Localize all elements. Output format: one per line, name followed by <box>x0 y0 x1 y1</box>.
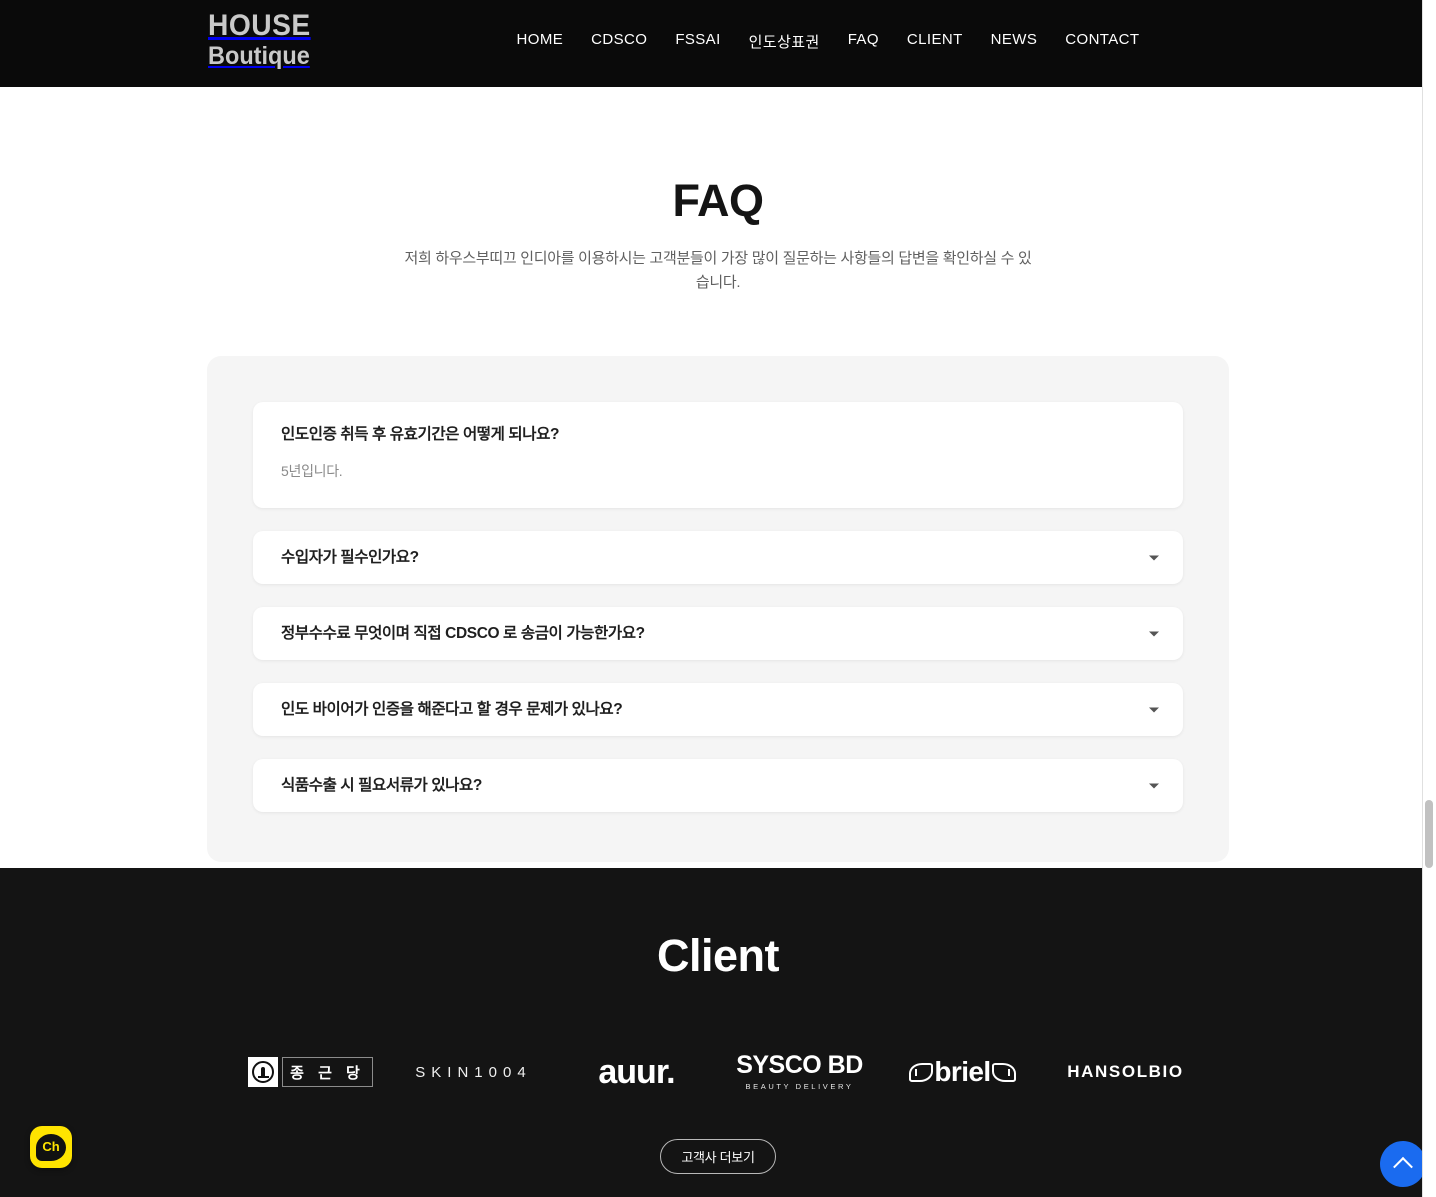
channel-talk-chat-button[interactable]: Ch <box>30 1126 72 1168</box>
chevron-up-icon <box>1393 1156 1413 1177</box>
site-header: HOUSE Boutique HOME CDSCO FSSAI 인도상표권 FA… <box>0 0 1436 87</box>
chevron-down-icon[interactable] <box>1149 707 1159 713</box>
faq-section: FAQ 저희 하우스부띠끄 인디아를 이용하시는 고객분들이 가장 많이 질문하… <box>0 87 1436 868</box>
client-logo-hansolbio[interactable]: HANSOLBIO <box>1044 1044 1207 1100</box>
nav-item-trademark[interactable]: 인도상표권 <box>735 31 834 52</box>
faq-list: 인도인증 취득 후 유효기간은 어떻게 되나요? 5년입니다. 수입자가 필수인… <box>253 401 1183 813</box>
nav-item-fssai[interactable]: FSSAI <box>661 31 734 52</box>
client-logo-label: SKIN1004 <box>415 1063 532 1081</box>
chevron-down-icon[interactable] <box>1149 631 1159 637</box>
nav-item-client[interactable]: CLIENT <box>893 31 977 52</box>
client-section: Client 종 근 당 SKIN1004 auur. SYSCO BD BEA… <box>0 868 1436 1197</box>
client-logo-label: briel <box>934 1056 991 1087</box>
faq-answer: 5년입니다. <box>281 463 343 480</box>
client-logo-skin1004[interactable]: SKIN1004 <box>392 1044 555 1100</box>
client-logo-auur[interactable]: auur. <box>555 1044 718 1100</box>
chongkundang-emblem-icon <box>248 1057 279 1087</box>
faq-question: 수입자가 필수인가요? <box>281 548 419 566</box>
wing-icon <box>991 1062 1016 1082</box>
main-navigation: HOME CDSCO FSSAI 인도상표권 FAQ CLIENT NEWS C… <box>0 31 1436 52</box>
nav-item-contact[interactable]: CONTACT <box>1051 31 1153 52</box>
faq-item-4[interactable]: 식품수출 시 필요서류가 있나요? <box>253 759 1183 813</box>
client-logo-label: 종 근 당 <box>282 1057 373 1087</box>
page-title: FAQ <box>672 175 764 226</box>
faq-item-0[interactable]: 인도인증 취득 후 유효기간은 어떻게 되나요? 5년입니다. <box>253 401 1183 509</box>
faq-item-2[interactable]: 정부수수료 무엇이며 직접 CDSCO 로 송금이 가능한가요? <box>253 607 1183 661</box>
page-scrollbar[interactable] <box>1422 0 1436 1197</box>
client-logo-label: HANSOLBIO <box>1067 1062 1184 1081</box>
client-logo-syscobd[interactable]: SYSCO BD BEAUTY DELIVERY <box>718 1044 881 1100</box>
faq-question: 식품수출 시 필요서류가 있나요? <box>281 776 482 794</box>
nav-item-cdsco[interactable]: CDSCO <box>577 31 661 52</box>
nav-item-faq[interactable]: FAQ <box>834 31 893 52</box>
client-logo-label: auur. <box>598 1052 675 1091</box>
scroll-to-top-button[interactable] <box>1380 1141 1426 1187</box>
client-title: Client <box>656 930 780 981</box>
page-root: HOUSE Boutique HOME CDSCO FSSAI 인도상표권 FA… <box>0 0 1436 1197</box>
nav-item-news[interactable]: NEWS <box>977 31 1052 52</box>
page-subtitle: 저희 하우스부띠끄 인디아를 이용하시는 고객분들이 가장 많이 질문하는 사항… <box>404 250 1032 292</box>
wing-icon <box>909 1062 934 1082</box>
scrollbar-thumb[interactable] <box>1425 800 1433 868</box>
client-logo-label: SYSCO BD <box>736 1051 863 1080</box>
chevron-down-icon[interactable] <box>1149 783 1159 789</box>
faq-question: 인도 바이어가 인증을 해준다고 할 경우 문제가 있나요? <box>281 700 623 718</box>
client-logo-row: 종 근 당 SKIN1004 auur. SYSCO BD BEAUTY DEL… <box>0 1044 1436 1100</box>
chevron-down-icon[interactable] <box>1149 555 1159 561</box>
faq-panel: 인도인증 취득 후 유효기간은 어떻게 되나요? 5년입니다. 수입자가 필수인… <box>207 355 1229 863</box>
nav-item-home[interactable]: HOME <box>503 31 578 52</box>
client-logo-chongkundang[interactable]: 종 근 당 <box>229 1044 392 1100</box>
faq-question: 인도인증 취득 후 유효기간은 어떻게 되나요? <box>281 425 560 443</box>
client-logo-sublabel: BEAUTY DELIVERY <box>745 1082 854 1092</box>
more-clients-button[interactable]: 고객사 더보기 <box>660 1139 776 1174</box>
chat-bubble-icon: Ch <box>36 1133 66 1161</box>
faq-item-3[interactable]: 인도 바이어가 인증을 해준다고 할 경우 문제가 있나요? <box>253 683 1183 737</box>
client-logo-briel[interactable]: briel <box>881 1044 1044 1100</box>
faq-question: 정부수수료 무엇이며 직접 CDSCO 로 송금이 가능한가요? <box>281 624 645 642</box>
faq-item-1[interactable]: 수입자가 필수인가요? <box>253 531 1183 585</box>
